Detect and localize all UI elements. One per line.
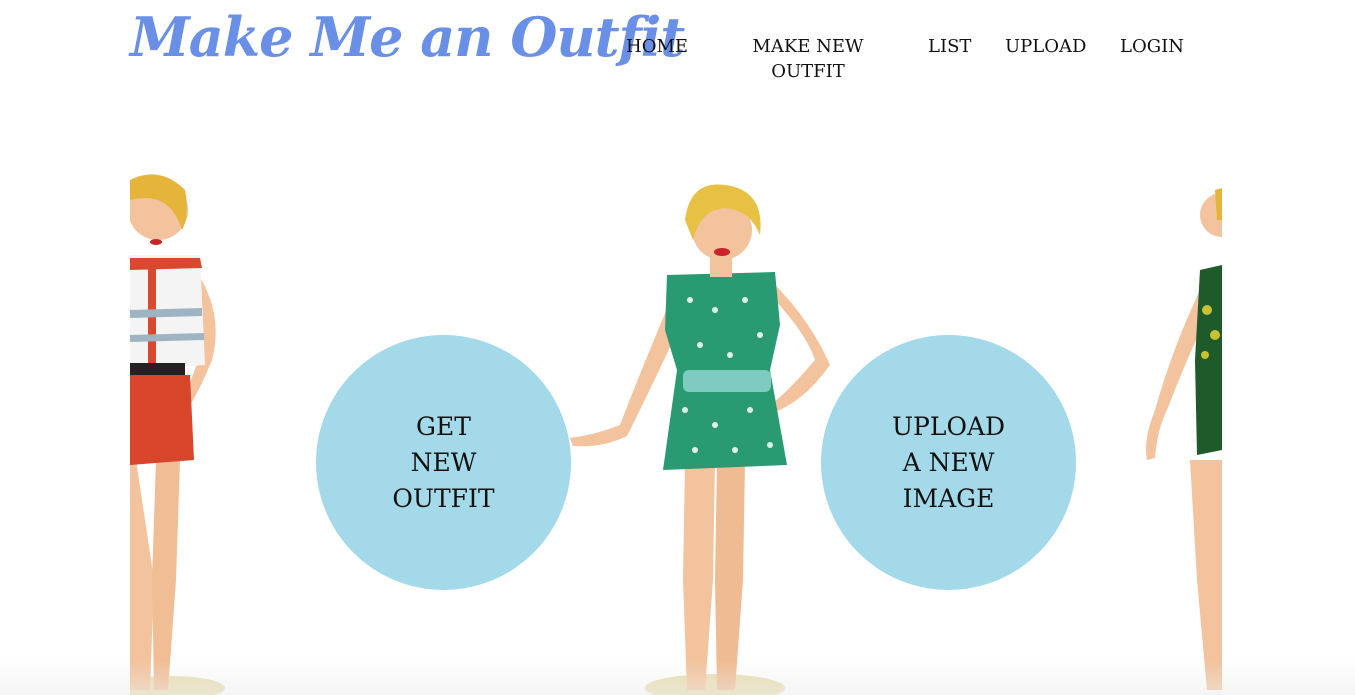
hero-carousel: GET NEW OUTFIT UPLOAD A NEW IMAGE: [130, 160, 1222, 695]
site-logo[interactable]: Make Me an Outfit: [130, 0, 685, 74]
nav-home[interactable]: HOME: [626, 34, 688, 59]
paper-doll-image: [1146, 188, 1222, 690]
paper-doll-image: [570, 184, 830, 695]
upload-new-image-button[interactable]: UPLOAD A NEW IMAGE: [821, 335, 1076, 590]
upload-new-image-label: UPLOAD A NEW IMAGE: [891, 411, 1006, 513]
nav-login[interactable]: LOGIN: [1120, 34, 1184, 59]
get-new-outfit-button[interactable]: GET NEW OUTFIT: [316, 335, 571, 590]
nav-make-new-outfit[interactable]: MAKE NEW OUTFIT: [743, 34, 873, 84]
paper-doll-image: [130, 174, 225, 695]
get-new-outfit-label: GET NEW OUTFIT: [392, 411, 495, 513]
nav-upload[interactable]: UPLOAD: [1005, 34, 1086, 59]
nav-list[interactable]: LIST: [928, 34, 971, 59]
